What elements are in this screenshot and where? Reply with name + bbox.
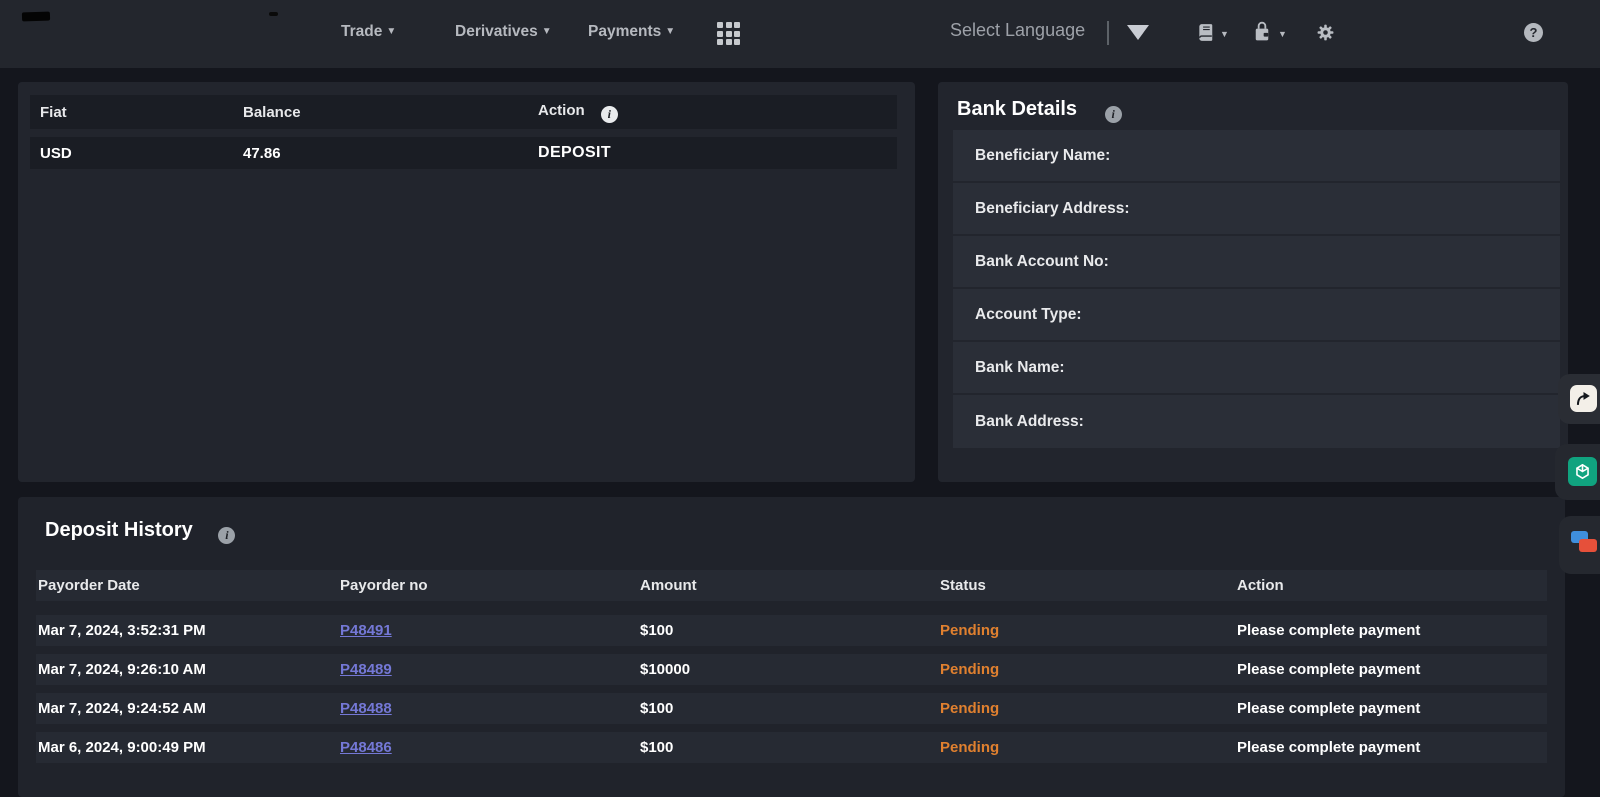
chat-bubbles-icon[interactable] <box>1571 530 1600 559</box>
balance-value: 47.86 <box>243 145 538 162</box>
payorder-date: Mar 7, 2024, 3:52:31 PM <box>38 622 340 639</box>
nav-payments-menu[interactable]: Payments ▼ <box>588 23 675 41</box>
settings-gear-icon[interactable] <box>1316 23 1335 47</box>
fiat-row: USD 47.86 DEPOSIT <box>30 137 897 169</box>
nav-derivatives-menu[interactable]: Derivatives ▼ <box>455 23 552 41</box>
nav-derivatives-label: Derivatives <box>455 23 538 40</box>
bank-detail-row: Account Type: <box>953 289 1560 342</box>
deposit-history-title-text: Deposit History <box>45 519 193 541</box>
col-payorder-date: Payorder Date <box>38 577 340 594</box>
logo[interactable] <box>22 12 50 22</box>
bank-detail-label: Beneficiary Name: <box>975 147 1110 165</box>
payorder-link[interactable]: P48486 <box>340 739 392 756</box>
bank-detail-row: Beneficiary Name: <box>953 130 1560 183</box>
bank-detail-label: Bank Account No: <box>975 253 1109 271</box>
amount-value: $100 <box>640 700 940 717</box>
amount-value: $10000 <box>640 661 940 678</box>
chevron-down-icon: ▼ <box>1278 29 1287 39</box>
orders-book-icon[interactable] <box>1196 22 1216 48</box>
red-bubble <box>1579 539 1597 552</box>
bank-details-title-text: Bank Details <box>957 98 1077 120</box>
bank-details-panel: Bank Details i Beneficiary Name: Benefic… <box>938 82 1568 482</box>
bank-detail-label: Account Type: <box>975 306 1082 324</box>
deposit-history-title: Deposit History i <box>45 519 235 544</box>
help-icon[interactable]: ? <box>1524 23 1543 42</box>
action-text: Please complete payment <box>1237 661 1547 678</box>
col-status: Status <box>940 577 1237 594</box>
status-badge: Pending <box>940 739 1237 756</box>
nav-payments-label: Payments <box>588 23 661 40</box>
col-balance: Balance <box>243 104 538 121</box>
chevron-down-icon: ▼ <box>386 26 396 37</box>
bank-detail-row: Bank Name: <box>953 342 1560 395</box>
deposit-button[interactable]: DEPOSIT <box>538 144 611 161</box>
apps-grid-icon[interactable] <box>717 22 741 46</box>
chatgpt-icon[interactable] <box>1568 457 1597 486</box>
chevron-down-icon: ▼ <box>1220 29 1229 39</box>
amount-value: $100 <box>640 622 940 639</box>
payorder-link[interactable]: P48491 <box>340 622 392 639</box>
action-text: Please complete payment <box>1237 739 1547 756</box>
col-action: Action <box>1237 577 1547 594</box>
bank-detail-label: Beneficiary Address: <box>975 200 1130 218</box>
bank-detail-label: Bank Address: <box>975 413 1084 431</box>
wallet-lock-icon[interactable] <box>1252 20 1272 49</box>
payorder-date: Mar 6, 2024, 9:00:49 PM <box>38 739 340 756</box>
top-nav: Trade ▼ Derivatives ▼ Payments ▼ Select Lan… <box>0 0 1600 68</box>
bank-detail-row: Bank Account No: <box>953 236 1560 289</box>
table-row: Mar 7, 2024, 3:52:31 PM P48491 $100 Pend… <box>36 615 1547 646</box>
action-text: Please complete payment <box>1237 700 1547 717</box>
status-badge: Pending <box>940 622 1237 639</box>
col-fiat: Fiat <box>40 104 243 121</box>
action-text: Please complete payment <box>1237 622 1547 639</box>
select-language-button[interactable]: Select Language <box>950 20 1085 41</box>
payorder-date: Mar 7, 2024, 9:24:52 AM <box>38 700 340 717</box>
col-action-label: Action <box>538 102 585 119</box>
table-row: Mar 6, 2024, 9:00:49 PM P48486 $100 Pend… <box>36 732 1547 763</box>
table-row: Mar 7, 2024, 9:24:52 AM P48488 $100 Pend… <box>36 693 1547 724</box>
logo-mark <box>269 12 278 16</box>
chat-extension-tab <box>1559 516 1600 574</box>
col-amount: Amount <box>640 577 940 594</box>
chevron-down-icon: ▼ <box>542 26 552 37</box>
bank-details-list: Beneficiary Name: Beneficiary Address: B… <box>953 130 1560 448</box>
payorder-link[interactable]: P48489 <box>340 661 392 678</box>
info-icon[interactable]: i <box>601 106 618 123</box>
divider <box>1107 21 1109 45</box>
currency-code: USD <box>40 145 243 162</box>
bank-detail-row: Beneficiary Address: <box>953 183 1560 236</box>
fiat-table-header: Fiat Balance Action i <box>30 95 897 129</box>
bank-details-title: Bank Details i <box>957 98 1122 123</box>
col-payorder-no: Payorder no <box>340 577 640 594</box>
nav-trade-label: Trade <box>341 23 382 40</box>
deposit-table-body: Mar 7, 2024, 3:52:31 PM P48491 $100 Pend… <box>36 615 1547 771</box>
payorder-link[interactable]: P48488 <box>340 700 392 717</box>
status-badge: Pending <box>940 700 1237 717</box>
col-action: Action i <box>538 102 897 123</box>
info-icon[interactable]: i <box>218 527 235 544</box>
payorder-date: Mar 7, 2024, 9:26:10 AM <box>38 661 340 678</box>
deposit-history-panel: Deposit History i Payorder Date Payorder… <box>18 497 1565 797</box>
chatgpt-extension-tab <box>1555 444 1600 500</box>
table-row: Mar 7, 2024, 9:26:10 AM P48489 $10000 Pe… <box>36 654 1547 685</box>
bank-detail-row: Bank Address: <box>953 395 1560 448</box>
translate-dropdown-icon[interactable] <box>1127 25 1149 40</box>
fiat-balance-panel: Fiat Balance Action i USD 47.86 DEPOSIT <box>18 82 915 482</box>
amount-value: $100 <box>640 739 940 756</box>
bank-detail-label: Bank Name: <box>975 359 1065 377</box>
chevron-down-icon: ▼ <box>665 26 675 37</box>
info-icon[interactable]: i <box>1105 106 1122 123</box>
deposit-table-header: Payorder Date Payorder no Amount Status … <box>36 570 1547 601</box>
share-extension-tab <box>1558 374 1600 424</box>
share-arrow-icon[interactable] <box>1570 385 1597 412</box>
status-badge: Pending <box>940 661 1237 678</box>
nav-trade-menu[interactable]: Trade ▼ <box>341 23 396 41</box>
